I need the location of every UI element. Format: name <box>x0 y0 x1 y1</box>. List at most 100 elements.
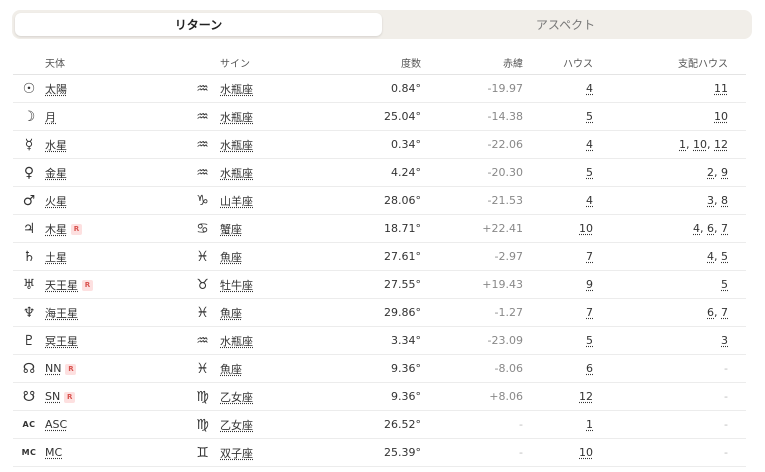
house-link[interactable]: 4 <box>586 82 593 95</box>
sign-name-link[interactable]: 水瓶座 <box>220 83 253 96</box>
zodiac-sign-icon: ♑ <box>185 186 220 215</box>
house-link[interactable]: 7 <box>586 306 593 319</box>
tab-aspect[interactable]: アスペクト <box>382 13 749 36</box>
planet-cell: MC <box>45 438 185 467</box>
ruled-house-link[interactable]: 5 <box>721 278 728 291</box>
house-link[interactable]: 7 <box>586 250 593 263</box>
house-link[interactable]: 10 <box>579 446 593 459</box>
sign-name-link[interactable]: 乙女座 <box>220 391 253 404</box>
planet-name-link[interactable]: 太陽 <box>45 83 67 96</box>
empty-value: - <box>724 362 728 375</box>
ruled-house-link[interactable]: 1 <box>679 138 686 151</box>
house-link[interactable]: 10 <box>579 222 593 235</box>
ruled-house-link[interactable]: 5 <box>721 250 728 263</box>
sign-name-link[interactable]: 牡牛座 <box>220 279 253 292</box>
declination-cell: -8.06 <box>421 354 523 383</box>
planet-name-link[interactable]: 水星 <box>45 139 67 152</box>
sign-cell: 牡牛座 <box>220 270 363 299</box>
ruled-house-link[interactable]: 6 <box>707 306 714 319</box>
planet-name-link[interactable]: 土星 <box>45 251 67 264</box>
zodiac-sign-icon: ♓ <box>185 242 220 271</box>
sign-name-link[interactable]: 水瓶座 <box>220 139 253 152</box>
sign-name-link[interactable]: 水瓶座 <box>220 167 253 180</box>
ruled-house-link[interactable]: 7 <box>721 306 728 319</box>
ruled-houses-cell: - <box>593 382 728 411</box>
sign-name-link[interactable]: 蟹座 <box>220 223 242 236</box>
ruled-house-link[interactable]: 4 <box>693 222 700 235</box>
declination-cell: -1.27 <box>421 298 523 327</box>
sign-name-link[interactable]: 水瓶座 <box>220 111 253 124</box>
ruled-house-link[interactable]: 10 <box>693 138 707 151</box>
degree-value: 29.86° <box>363 298 421 327</box>
ruled-house-link[interactable]: 8 <box>721 194 728 207</box>
planet-name-link[interactable]: SN <box>45 390 60 403</box>
planet-name-link[interactable]: 火星 <box>45 195 67 208</box>
planet-name-link[interactable]: 冥王星 <box>45 335 78 348</box>
ruled-house-link[interactable]: 11 <box>714 82 728 95</box>
table-row: ☉ 太陽 ♒ 水瓶座 0.84° -19.97 4 11 <box>13 74 746 103</box>
house-cell: 1 <box>523 410 593 439</box>
ruled-house-link[interactable]: 3 <box>721 334 728 347</box>
planet-name-link[interactable]: 海王星 <box>45 307 78 320</box>
row-pad <box>728 158 746 187</box>
sign-name-link[interactable]: 双子座 <box>220 447 253 460</box>
sign-cell: 水瓶座 <box>220 158 363 187</box>
declination-value: -21.53 <box>487 194 523 207</box>
ruled-house-link[interactable]: 3 <box>707 194 714 207</box>
declination-cell: -23.09 <box>421 326 523 355</box>
sign-cell: 水瓶座 <box>220 326 363 355</box>
planet-name-link[interactable]: 木星 <box>45 223 67 236</box>
planet-name-link[interactable]: NN <box>45 362 61 375</box>
house-cell: 4 <box>523 74 593 103</box>
sign-name-link[interactable]: 水瓶座 <box>220 335 253 348</box>
planet-name-link[interactable]: 天王星 <box>45 279 78 292</box>
header-sign: サイン <box>220 50 363 75</box>
planet-glyph-icon: ☉ <box>13 74 45 103</box>
house-link[interactable]: 1 <box>586 418 593 431</box>
zodiac-sign-icon: ♒ <box>185 158 220 187</box>
house-cell: 10 <box>523 214 593 243</box>
tab-return[interactable]: リターン <box>15 13 382 36</box>
planet-glyph-icon: MC <box>13 438 45 467</box>
degree-value: 9.36° <box>363 354 421 383</box>
ruled-house-link[interactable]: 4 <box>707 250 714 263</box>
sign-name-link[interactable]: 魚座 <box>220 363 242 376</box>
declination-value: -23.09 <box>487 334 523 347</box>
ruled-house-link[interactable]: 10 <box>714 110 728 123</box>
planet-name-link[interactable]: ASC <box>45 418 67 431</box>
house-link[interactable]: 5 <box>586 110 593 123</box>
planet-name-link[interactable]: MC <box>45 446 62 459</box>
sign-cell: 魚座 <box>220 354 363 383</box>
degree-value: 0.84° <box>363 74 421 103</box>
sign-name-link[interactable]: 魚座 <box>220 307 242 320</box>
house-link[interactable]: 6 <box>586 362 593 375</box>
ruled-house-link[interactable]: 6 <box>707 222 714 235</box>
house-link[interactable]: 12 <box>579 390 593 403</box>
sign-name-link[interactable]: 山羊座 <box>220 195 253 208</box>
zodiac-sign-icon: ♍ <box>185 410 220 439</box>
planet-cell: ASC <box>45 410 185 439</box>
planet-cell: 冥王星 <box>45 326 185 355</box>
ruled-houses-cell: - <box>593 410 728 439</box>
sign-name-link[interactable]: 魚座 <box>220 251 242 264</box>
house-link[interactable]: 9 <box>586 278 593 291</box>
ruled-houses-cell: 6, 7 <box>593 298 728 327</box>
ruled-house-link[interactable]: 2 <box>707 166 714 179</box>
planet-name-link[interactable]: 金星 <box>45 167 67 180</box>
house-link[interactable]: 4 <box>586 194 593 207</box>
house-link[interactable]: 5 <box>586 334 593 347</box>
empty-value: - <box>519 418 523 431</box>
empty-value: - <box>519 446 523 459</box>
house-link[interactable]: 5 <box>586 166 593 179</box>
retrograde-badge: R <box>82 280 93 291</box>
planet-name-link[interactable]: 月 <box>45 111 56 124</box>
row-pad <box>728 438 746 467</box>
ruled-house-link[interactable]: 7 <box>721 222 728 235</box>
row-pad <box>728 242 746 271</box>
house-cell: 4 <box>523 186 593 215</box>
ruled-house-link[interactable]: 9 <box>721 166 728 179</box>
house-link[interactable]: 4 <box>586 138 593 151</box>
sign-cell: 山羊座 <box>220 186 363 215</box>
sign-name-link[interactable]: 乙女座 <box>220 419 253 432</box>
ruled-house-link[interactable]: 12 <box>714 138 728 151</box>
